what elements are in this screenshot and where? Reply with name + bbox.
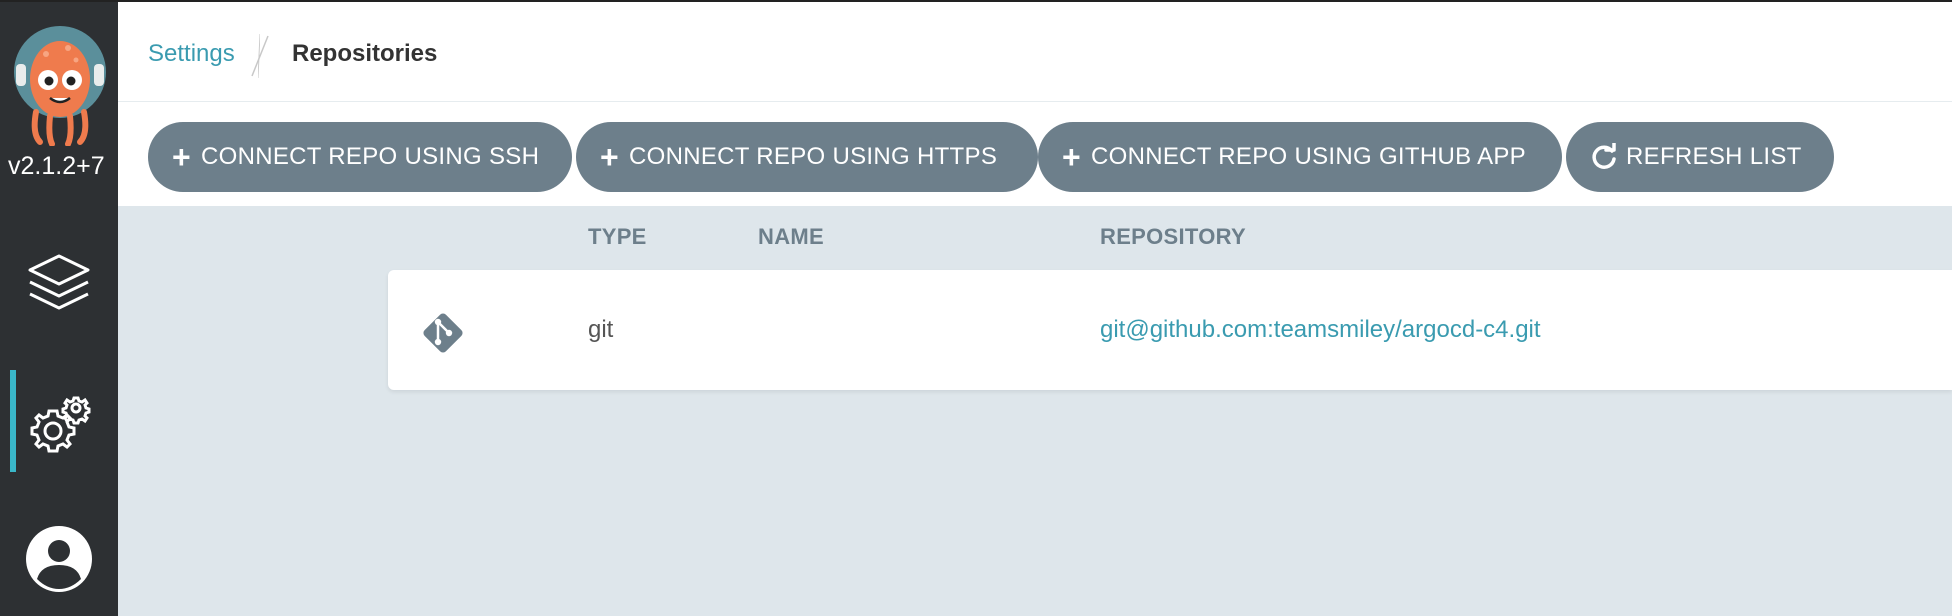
argo-logo xyxy=(14,26,106,146)
refresh-list-button[interactable]: REFRESH LIST xyxy=(1566,122,1834,192)
plus-icon: + xyxy=(172,139,191,175)
toolbar: + CONNECT REPO USING SSH + CONNECT REPO … xyxy=(118,102,1952,206)
breadcrumb-settings-link[interactable]: Settings xyxy=(148,40,235,68)
user-circle-icon xyxy=(26,526,92,592)
page-title: Repositories xyxy=(292,40,438,67)
sidebar-item-user[interactable] xyxy=(0,504,118,614)
gears-icon xyxy=(30,396,91,453)
sidebar-item-applications[interactable] xyxy=(0,228,118,338)
column-header-repository: REPOSITORY xyxy=(1100,224,1247,249)
version-label: v2.1.2+7 xyxy=(8,152,105,180)
sidebar-item-settings[interactable] xyxy=(0,370,118,480)
connect-repo-https-button[interactable]: + CONNECT REPO USING HTTPS xyxy=(576,122,1038,192)
git-icon xyxy=(423,313,463,353)
connect-repo-ssh-button[interactable]: + CONNECT REPO USING SSH xyxy=(148,122,572,192)
column-header-type: TYPE xyxy=(588,224,647,249)
refresh-icon xyxy=(1592,143,1616,169)
table-row[interactable]: git git@github.com:teamsmiley/argocd-c4.… xyxy=(388,270,1952,390)
plus-icon: + xyxy=(1062,139,1081,175)
connect-repo-github-app-label: CONNECT REPO USING GITHUB APP xyxy=(1091,143,1526,170)
plus-icon: + xyxy=(600,139,619,175)
column-header-name: NAME xyxy=(758,224,824,249)
connect-repo-ssh-label: CONNECT REPO USING SSH xyxy=(201,143,540,170)
connect-repo-github-app-button[interactable]: + CONNECT REPO USING GITHUB APP xyxy=(1038,122,1562,192)
repo-type: git xyxy=(588,316,614,343)
repo-url-link[interactable]: git@github.com:teamsmiley/argocd-c4.git xyxy=(1100,316,1541,344)
refresh-list-label: REFRESH LIST xyxy=(1626,143,1802,170)
layers-icon xyxy=(28,254,90,310)
breadcrumb-slash xyxy=(251,35,269,77)
page-header: Settings Repositories xyxy=(118,0,1952,102)
connect-repo-https-label: CONNECT REPO USING HTTPS xyxy=(629,143,998,170)
sidebar: v2.1.2+7 xyxy=(0,0,118,616)
